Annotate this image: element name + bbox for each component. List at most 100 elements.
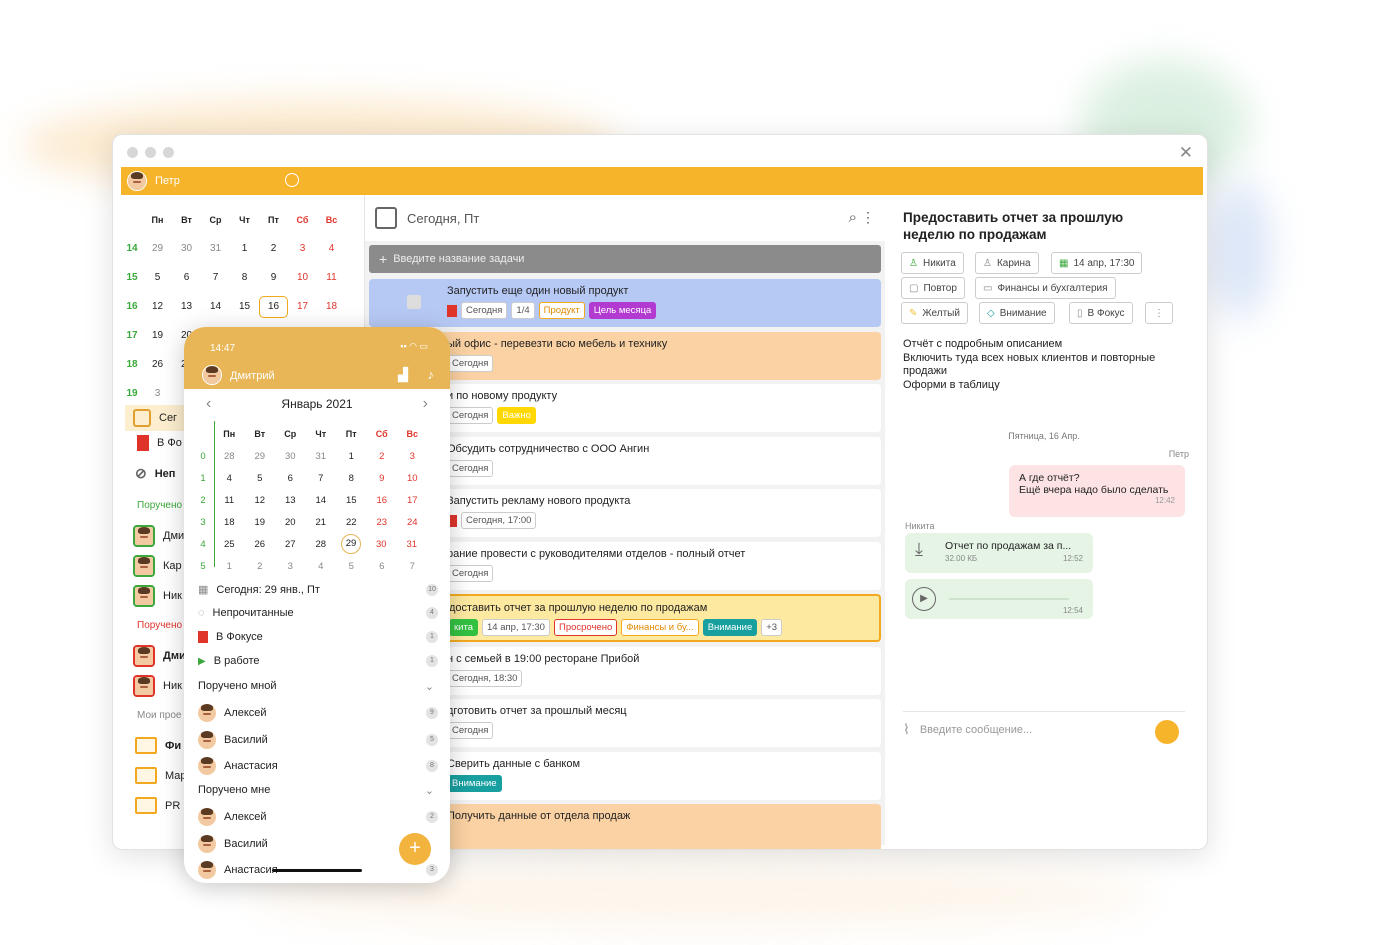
week-number[interactable]: 18 xyxy=(121,359,143,370)
calendar-day[interactable]: 30 xyxy=(172,243,201,254)
calendar-day[interactable]: 14 xyxy=(201,301,230,312)
calendar-day[interactable]: 28 xyxy=(214,451,245,462)
task-tag[interactable]: Сегодня, 18:30 xyxy=(447,669,523,687)
search-icon[interactable]: ⌕ xyxy=(849,209,857,226)
calendar-day[interactable]: 12 xyxy=(143,301,172,312)
sidebar-item-hidden[interactable]: ⊘ Неп xyxy=(125,465,175,482)
week-number[interactable]: 17 xyxy=(121,330,143,341)
add-button[interactable]: + xyxy=(399,833,431,865)
person-row[interactable]: Алексей 9 xyxy=(198,704,438,722)
timer-icon[interactable] xyxy=(285,173,299,187)
calendar-day[interactable]: 20 xyxy=(275,517,306,528)
attach-icon[interactable]: ⌇ xyxy=(903,721,910,738)
list-item-work[interactable]: ▶ В работе 1 xyxy=(198,655,438,667)
calendar-day[interactable]: 5 xyxy=(245,473,276,484)
calendar-day[interactable]: 2 xyxy=(259,243,288,254)
calendar-day[interactable]: 1 xyxy=(214,561,245,572)
calendar-day[interactable]: 11 xyxy=(214,495,245,506)
attention-button[interactable]: ◇ Внимание xyxy=(979,302,1055,324)
next-month-icon[interactable]: › xyxy=(423,395,428,413)
task-tag[interactable]: 14 апр, 17:30 xyxy=(482,619,550,636)
calendar-day[interactable]: 13 xyxy=(172,301,201,312)
calendar-day[interactable]: 5 xyxy=(336,561,367,572)
calendar-day[interactable]: 19 xyxy=(245,517,276,528)
repeat-button[interactable]: ▢ Повтор xyxy=(901,277,965,299)
calendar-day[interactable]: 27 xyxy=(275,539,306,550)
week-number[interactable]: 3 xyxy=(192,517,214,528)
calendar-day[interactable]: 3 xyxy=(275,561,306,572)
task-tag[interactable]: Сегодня xyxy=(447,564,494,582)
task-tag[interactable]: +3 xyxy=(761,619,783,636)
person-row[interactable]: Алексей 2 xyxy=(198,808,438,826)
section-assigned-to[interactable]: Поручено xyxy=(137,620,182,631)
calendar-day[interactable]: 24 xyxy=(397,517,428,528)
calendar-day[interactable]: 7 xyxy=(201,272,230,283)
calendar-day[interactable]: 10 xyxy=(288,272,317,283)
calendar-day[interactable]: 16 xyxy=(259,295,288,318)
section-assigned-by[interactable]: Поручено xyxy=(137,500,182,511)
project-button[interactable]: ▭ Финансы и бухгалтерия xyxy=(975,277,1116,299)
color-button[interactable]: ✎ Желтый xyxy=(901,302,968,324)
calendar-day[interactable]: 17 xyxy=(288,301,317,312)
calendar-day[interactable]: 26 xyxy=(143,359,172,370)
week-number[interactable]: 19 xyxy=(121,388,143,399)
calendar-day[interactable]: 29 xyxy=(143,243,172,254)
mic-icon[interactable] xyxy=(1155,720,1179,744)
calendar-day[interactable]: 4 xyxy=(214,473,245,484)
calendar-day[interactable]: 5 xyxy=(143,272,172,283)
calendar-day[interactable]: 16 xyxy=(367,495,398,506)
calendar-day[interactable]: 31 xyxy=(201,243,230,254)
week-number[interactable]: 4 xyxy=(192,539,214,550)
sidebar-project[interactable]: PR xyxy=(125,797,180,814)
person-row[interactable]: Василий 5 xyxy=(198,731,438,749)
play-icon[interactable]: ▶ xyxy=(912,587,936,611)
stats-icon[interactable]: ▟ xyxy=(398,367,408,383)
calendar-day[interactable]: 25 xyxy=(214,539,245,550)
avatar[interactable] xyxy=(202,365,222,385)
calendar-day[interactable]: 2 xyxy=(367,451,398,462)
task-tag[interactable]: Важно xyxy=(497,407,536,424)
sidebar-project[interactable]: Мар xyxy=(125,767,187,784)
calendar-day[interactable]: 17 xyxy=(397,495,428,506)
calendar-day[interactable]: 26 xyxy=(245,539,276,550)
audio-message[interactable]: ▶ 12:54 xyxy=(905,579,1093,619)
calendar-day[interactable]: 4 xyxy=(306,561,337,572)
assignee-button[interactable]: ♙ Никита xyxy=(901,252,964,274)
task-tag[interactable]: кита xyxy=(449,619,478,636)
list-item-focus[interactable]: В Фокусе 1 xyxy=(198,631,438,643)
task-tag[interactable]: 1/4 xyxy=(511,302,535,319)
task-tag[interactable]: Финансы и бу... xyxy=(621,619,699,636)
calendar-day[interactable]: 7 xyxy=(306,473,337,484)
section-to-me[interactable]: Поручено мне ⌄ xyxy=(198,784,438,797)
task-tag[interactable]: Цель месяца xyxy=(588,302,657,319)
focus-button[interactable]: ▯ В Фокус xyxy=(1069,302,1133,324)
add-task-input[interactable]: + Введите название задачи xyxy=(369,245,881,273)
task-tag[interactable]: Продукт xyxy=(538,302,585,319)
calendar-day[interactable]: 30 xyxy=(275,451,306,462)
calendar-day[interactable]: 13 xyxy=(275,495,306,506)
calendar-day[interactable]: 30 xyxy=(366,539,397,550)
sidebar-person[interactable]: Дми xyxy=(125,525,184,547)
task-tag[interactable]: Сегодня xyxy=(461,302,508,319)
calendar-day[interactable]: 19 xyxy=(143,330,172,341)
calendar-day[interactable]: 6 xyxy=(172,272,201,283)
list-item-today[interactable]: ▦ Сегодня: 29 янв., Пт 10 xyxy=(198,583,438,596)
week-number[interactable]: 1 xyxy=(192,473,214,484)
due-date-button[interactable]: ▦ 14 апр, 17:30 xyxy=(1051,252,1143,274)
sidebar-person[interactable]: Ник xyxy=(125,675,182,697)
calendar-day[interactable]: 21 xyxy=(306,517,337,528)
calendar-day[interactable]: 3 xyxy=(143,388,172,399)
close-icon[interactable]: ✕ xyxy=(1179,143,1193,163)
audio-progress[interactable] xyxy=(949,598,1069,600)
person-row[interactable]: Анастасия 8 xyxy=(198,757,438,775)
calendar-day[interactable]: 18 xyxy=(317,301,346,312)
avatar[interactable] xyxy=(127,171,147,191)
message-input[interactable]: ⌇ Введите сообщение... xyxy=(903,711,1185,747)
task-tag[interactable]: Просрочено xyxy=(553,619,618,636)
calendar-day[interactable]: 12 xyxy=(245,495,276,506)
sidebar-item-focus[interactable]: В Фо xyxy=(125,435,182,451)
sidebar-person[interactable]: Ник xyxy=(125,585,182,607)
task-tag[interactable]: Сегодня xyxy=(447,354,494,372)
calendar-day[interactable]: 11 xyxy=(317,272,346,283)
more-icon[interactable]: ⋮ xyxy=(861,209,875,226)
